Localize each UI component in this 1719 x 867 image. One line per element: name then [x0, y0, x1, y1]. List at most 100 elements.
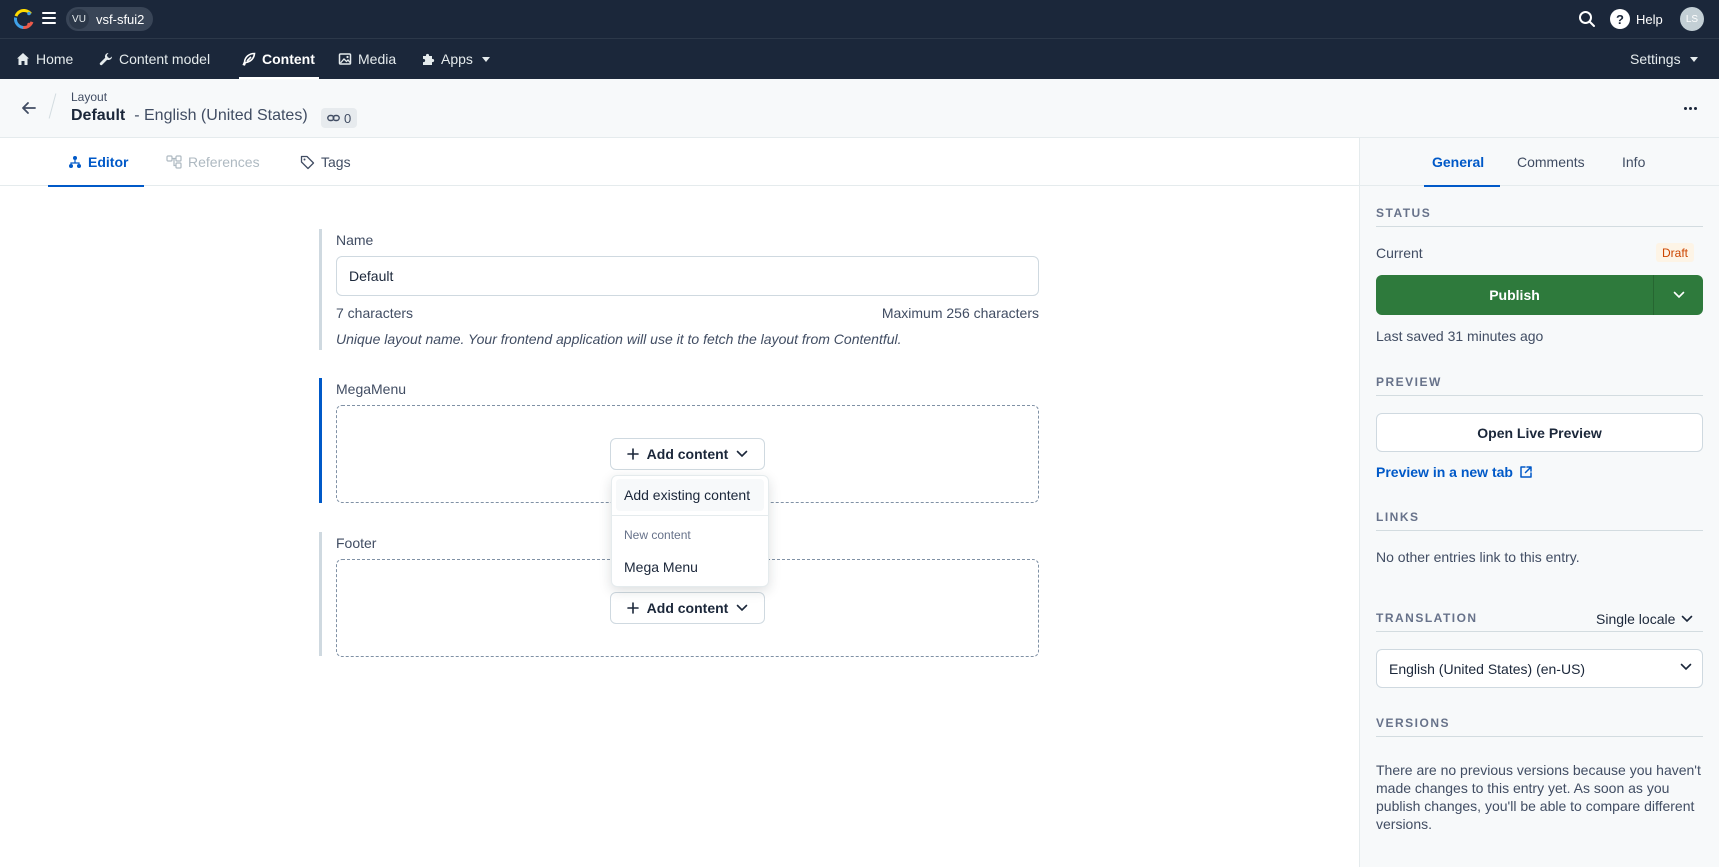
add-content-button[interactable]: Add content [610, 438, 765, 470]
help-button[interactable]: ? Help [1610, 9, 1663, 29]
sidebar-tabs: General Comments Info [1360, 138, 1719, 187]
tab-editor-label: Editor [88, 154, 129, 170]
main-nav: Home Content model Content Media Apps Se… [0, 38, 1719, 80]
tab-tags-label: Tags [321, 154, 351, 170]
menu-mega-menu[interactable]: Mega Menu [624, 559, 698, 575]
field-megamenu-accent [319, 378, 322, 503]
puzzle-icon [423, 53, 435, 65]
chevron-down-icon [1682, 615, 1693, 623]
tab-references[interactable]: References [166, 138, 260, 186]
field-name-accent [319, 229, 322, 350]
field-megamenu-label: MegaMenu [336, 381, 407, 397]
editor-tabs: Editor References Tags [0, 138, 1359, 187]
publish-label[interactable]: Publish [1376, 275, 1653, 315]
references-count-badge[interactable]: 0 [321, 108, 358, 128]
menu-new-content-heading: New content [624, 528, 691, 542]
more-icon[interactable] [1678, 97, 1702, 119]
entry-title-text: Default [71, 107, 126, 124]
nav-settings[interactable]: Settings [1630, 39, 1698, 79]
nav-media[interactable]: Media [338, 39, 396, 79]
plus-icon [626, 602, 639, 614]
max-chars: Maximum 256 characters [881, 305, 1039, 321]
add-content-label: Add content [646, 446, 729, 462]
open-live-preview-button[interactable]: Open Live Preview [1376, 413, 1703, 452]
nav-media-label: Media [358, 51, 397, 67]
sidebar-tab-comments[interactable]: Comments [1517, 138, 1585, 186]
entry-locale: - English (United States) [134, 107, 308, 124]
add-content-menu: Add existing content New content Mega Me… [611, 475, 769, 587]
preview-new-tab-label: Preview in a new tab [1376, 464, 1513, 480]
nav-settings-label: Settings [1630, 51, 1681, 67]
entry-header: Layout Default - English (United States)… [0, 79, 1719, 138]
help-icon: ? [1610, 9, 1630, 29]
references-count: 0 [344, 110, 352, 126]
versions-text: There are no previous versions because y… [1376, 762, 1701, 832]
space-badge: VU [69, 9, 89, 29]
char-count: 7 characters [336, 305, 414, 321]
contentful-logo[interactable] [14, 9, 34, 29]
field-footer-label: Footer [336, 535, 377, 551]
links-text: No other entries link to this entry. [1376, 549, 1580, 565]
space-switcher[interactable]: VU vsf-sfui2 [66, 7, 154, 31]
nav-home-label: Home [36, 51, 74, 67]
locale-select-value: English (United States) (en-US) [1389, 660, 1586, 677]
space-name: vsf-sfui2 [96, 11, 145, 27]
add-content-label: Add content [646, 600, 729, 616]
chevron-down-icon [481, 56, 490, 62]
publish-button[interactable]: Publish [1376, 275, 1703, 315]
plus-icon [626, 448, 639, 460]
tab-tags[interactable]: Tags [300, 138, 351, 186]
last-saved: Last saved 31 minutes ago [1376, 328, 1544, 344]
field-footer-accent [319, 532, 322, 656]
field-name-label: Name [336, 232, 374, 248]
header-divider [48, 93, 57, 119]
nav-apps-label: Apps [441, 51, 473, 67]
feather-icon [242, 52, 256, 66]
entry-title: Default - English (United States) [71, 107, 308, 125]
nav-home[interactable]: Home [16, 39, 73, 79]
search-icon[interactable] [1578, 10, 1596, 28]
nav-content[interactable]: Content [239, 39, 319, 80]
sidebar-tab-info[interactable]: Info [1622, 138, 1645, 186]
arrow-left-icon[interactable] [18, 97, 40, 119]
locale-select[interactable]: English (United States) (en-US) [1376, 649, 1703, 688]
name-input[interactable]: Default [336, 256, 1039, 296]
nav-apps[interactable]: Apps [421, 39, 490, 79]
status-badge: Draft [1656, 243, 1695, 262]
chevron-down-icon [737, 450, 748, 458]
references-icon [166, 155, 182, 169]
menu-icon[interactable] [42, 12, 56, 24]
nav-content-model[interactable]: Content model [99, 39, 210, 79]
chevron-down-icon [737, 604, 748, 612]
translation-mode-label: Single locale [1596, 611, 1676, 627]
help-label: Help [1636, 11, 1663, 27]
menu-add-existing[interactable]: Add existing content [616, 479, 764, 511]
editor-icon [69, 156, 81, 168]
link-icon [327, 114, 340, 122]
tab-editor[interactable]: Editor [47, 138, 146, 187]
field-name-help: Unique layout name. Your frontend applic… [336, 331, 902, 347]
external-link-icon [1520, 466, 1532, 478]
preview-new-tab-link[interactable]: Preview in a new tab [1376, 464, 1533, 480]
chevron-down-icon [1673, 291, 1684, 299]
menu-divider [612, 515, 768, 516]
versions-section-title: VERSIONS [1376, 716, 1703, 737]
status-section-title: STATUS [1376, 206, 1703, 227]
publish-options-toggle[interactable] [1653, 275, 1703, 315]
home-icon [17, 53, 29, 65]
top-bar: VU vsf-sfui2 ? Help LS [0, 0, 1719, 38]
tab-references-label: References [188, 154, 260, 170]
translation-mode-select[interactable]: Single locale [1596, 611, 1693, 627]
links-section-title: LINKS [1376, 510, 1703, 531]
preview-section-title: PREVIEW [1376, 375, 1703, 396]
avatar[interactable]: LS [1680, 7, 1704, 31]
add-content-button[interactable]: Add content [610, 592, 765, 624]
content-type-name: Layout [71, 90, 108, 104]
chevron-down-icon [1689, 56, 1698, 62]
image-icon [338, 53, 352, 65]
sidebar-tab-general[interactable]: General [1423, 138, 1501, 187]
status-current-label: Current [1376, 245, 1423, 261]
nav-content-model-label: Content model [119, 51, 211, 67]
nav-content-label: Content [262, 51, 315, 67]
chevron-down-icon [1680, 663, 1692, 671]
